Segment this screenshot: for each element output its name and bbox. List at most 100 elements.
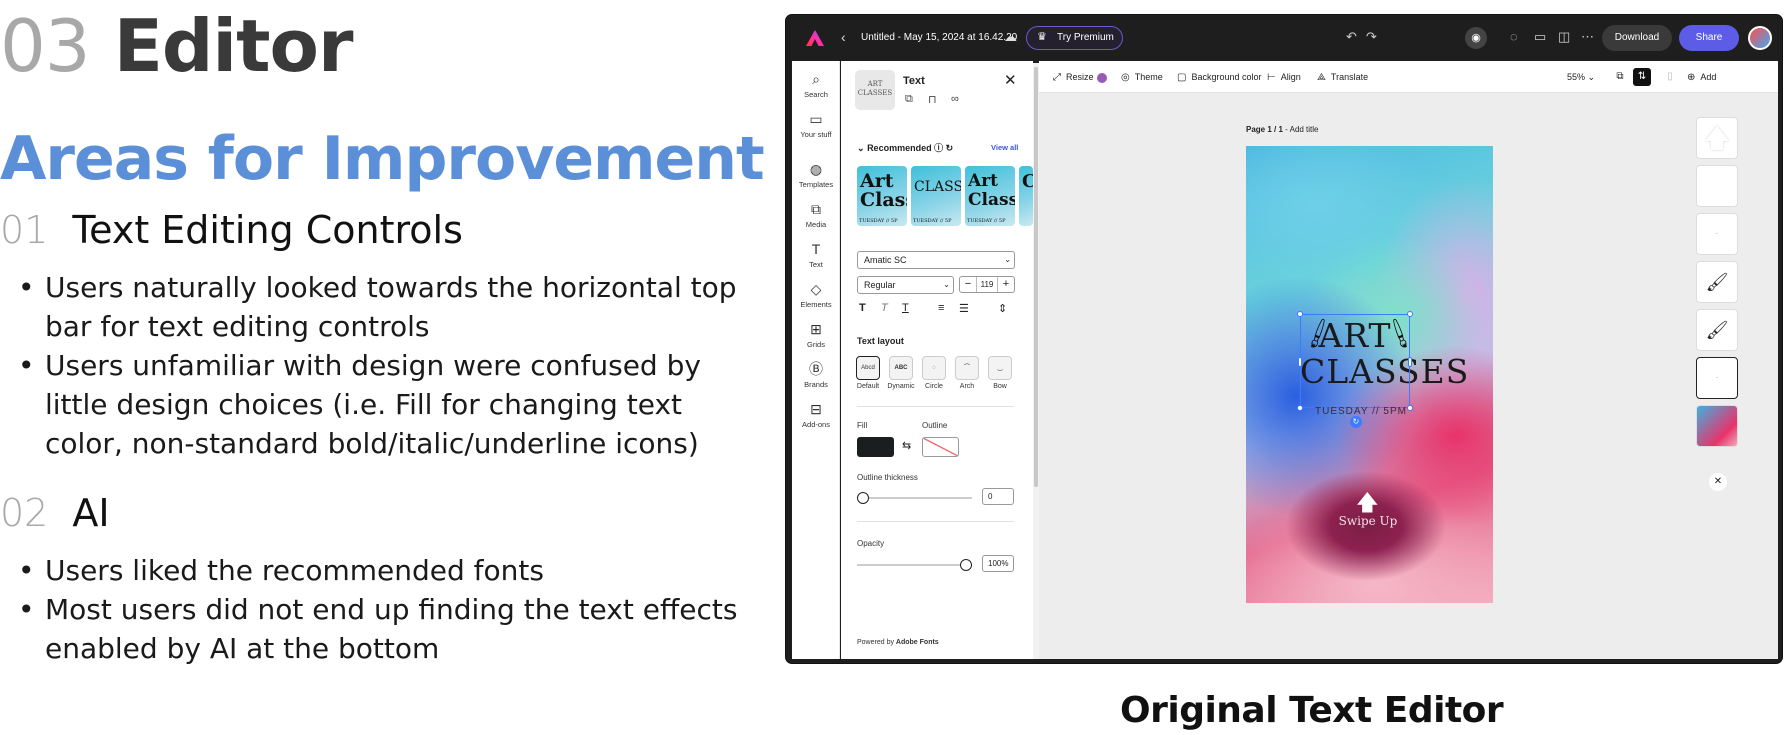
editor-window: ‹ Untitled - May 15, 2024 at 16.42.20 ☁ … [785,14,1783,664]
rotate-icon[interactable]: ↻ [1350,416,1362,428]
close-icon[interactable]: ✕ [1709,473,1727,491]
slider-handle[interactable] [857,492,869,504]
resize-handle[interactable] [1298,357,1302,367]
resize-button[interactable]: ⤢ Resize [1053,72,1107,83]
undo-icon[interactable]: ↶ [1346,29,1357,45]
outline-color-swatch[interactable] [922,437,959,457]
bold-icon[interactable]: T [859,302,866,314]
plus-icon[interactable]: + [997,277,1014,292]
comment-icon[interactable]: ▭ [1534,29,1546,45]
opacity-input[interactable]: 100% [982,555,1014,572]
font-size-value[interactable]: 119 [977,277,997,292]
rail-item-templates[interactable]: ◍ Templates [792,161,840,189]
swap-icon[interactable]: ⇆ [902,439,911,452]
zoom-select[interactable]: 55% ⌄ [1567,72,1595,83]
account-icon[interactable]: ◉ [1465,27,1487,49]
rail-item-grids[interactable]: ⊞ Grids [792,321,840,349]
text-thumbnail: ART CLASSES [855,70,895,110]
underline-icon[interactable]: T [902,302,909,314]
document-title[interactable]: Untitled - May 15, 2024 at 16.42.20 [861,32,1017,43]
arrow-up-thumbnail[interactable]: 🡅 [1696,117,1738,159]
share-button[interactable]: Share [1679,25,1739,51]
rail-item-your-stuff[interactable]: ▭ Your stuff [792,111,840,139]
font-card[interactable]: CLASSE TUESDAY // 5P [911,166,961,226]
layout-circle[interactable]: ◌ Circle [919,356,949,390]
chevron-down-icon: ⌄ [1587,72,1596,82]
theme-label: Theme [1134,72,1163,82]
redo-icon[interactable]: ↷ [1366,29,1377,45]
rail-item-media[interactable]: ⧉ Media [792,201,840,229]
add-title-link[interactable]: - Add title [1285,125,1318,134]
text-thumbnail-small[interactable]: · [1696,213,1738,255]
font-card[interactable]: Cla [1019,166,1033,226]
fill-color-swatch[interactable] [857,437,894,457]
more-icon[interactable]: ⋯ [1581,29,1594,45]
user-avatar[interactable] [1748,26,1772,50]
font-size-stepper[interactable]: − 119 + [959,276,1015,293]
theme-button[interactable]: ◎ Theme [1121,72,1163,83]
background-thumbnail[interactable] [1696,405,1738,447]
resize-handle[interactable] [1297,311,1303,317]
link-icon[interactable]: ∞ [951,93,959,105]
duplicate-icon[interactable]: ⧉ [905,93,913,106]
selection-frame[interactable] [1297,311,1413,411]
font-card[interactable]: Art Class TUESDAY // 5P [857,166,907,226]
schedule-text[interactable]: TUESDAY // 5PM [1306,406,1416,417]
layout-arch[interactable]: ⌒ Arch [952,356,982,390]
background-color-button[interactable]: ▢ Background color [1177,72,1262,83]
opacity-slider[interactable] [857,559,972,571]
close-icon[interactable]: ✕ [1004,71,1017,89]
outline-thickness-input[interactable]: 0 [982,488,1014,505]
design-canvas[interactable]: 🖌 🖌 ART CLASSES TUESDAY // 5PM ↻ 🡅 Swipe… [1246,146,1493,603]
recommended-header[interactable]: ⌄ Recommended ⓘ ↻ [857,141,953,154]
list-icon[interactable]: ☰ [959,302,969,315]
try-premium-button[interactable]: ♛ Try Premium [1026,26,1123,50]
resize-handle[interactable] [1407,311,1413,317]
delete-icon[interactable]: ▯ [1661,68,1679,86]
align-center-icon[interactable]: ≡ [938,302,944,314]
adjust-icon[interactable]: ⇅ [1633,68,1651,86]
app-logo-icon[interactable] [806,30,824,46]
translate-icon: ⟁ [1317,72,1326,83]
font-family-select[interactable]: Amatic SC ⌄ [857,251,1015,269]
download-button[interactable]: Download [1602,25,1672,51]
rail-item-text[interactable]: T Text [792,241,840,269]
resize-handle[interactable] [1297,405,1303,411]
cloud-sync-icon[interactable]: ☁ [1004,29,1017,45]
lock-icon[interactable]: ⊓ [928,93,937,106]
font-card[interactable]: Art Classes TUESDAY // 5P [965,166,1015,226]
resize-handle[interactable] [1408,357,1412,367]
swipe-up-text[interactable]: Swipe Up [1326,514,1410,528]
font-style-select[interactable]: Regular ⌄ [857,276,954,294]
view-all-link[interactable]: View all [991,143,1018,152]
layers-icon[interactable]: ⧉ [1611,68,1629,86]
italic-icon[interactable]: T [881,302,888,314]
rail-item-search[interactable]: ⌕ Search [792,71,840,99]
lightbulb-icon[interactable]: ◌ [1510,29,1518,44]
font-card-sub: TUESDAY // 5P [967,218,1006,224]
line-spacing-icon[interactable]: ⇕ [998,302,1007,315]
back-icon[interactable]: ‹ [841,29,846,45]
slider-handle[interactable] [960,559,972,571]
outline-thickness-slider[interactable] [857,492,972,504]
minus-icon[interactable]: − [960,277,977,292]
layout-default[interactable]: Abcd Default [853,356,883,390]
paintbrush-thumbnail[interactable]: 🖌 [1696,261,1738,303]
align-button[interactable]: ⊢ Align [1267,72,1301,83]
rail-item-brands[interactable]: Ⓑ Brands [792,361,840,389]
rail-item-add-ons[interactable]: ⊟ Add-ons [792,401,840,429]
page-label[interactable]: Page 1 / 1 - Add title [1246,125,1319,134]
paintbrush-thumbnail[interactable]: 🖌 [1696,309,1738,351]
rail-item-elements[interactable]: ◇ Elements [792,281,840,309]
layout-bow[interactable]: ‿ Bow [985,356,1015,390]
plus-circle-icon: ⊕ [1687,72,1696,83]
chat-icon[interactable]: ◫ [1558,29,1570,45]
add-button[interactable]: ⊕ Add [1687,72,1716,83]
translate-button[interactable]: ⟁ Translate [1317,72,1368,83]
layout-dynamic[interactable]: ABC Dynamic [886,356,916,390]
blank-thumbnail[interactable] [1696,165,1738,207]
selected-text-thumbnail[interactable]: · [1696,357,1738,399]
zoom-value: 55% [1567,72,1586,82]
scrollbar-thumb[interactable] [1034,67,1038,487]
refresh-icon[interactable]: ↻ [946,143,954,153]
